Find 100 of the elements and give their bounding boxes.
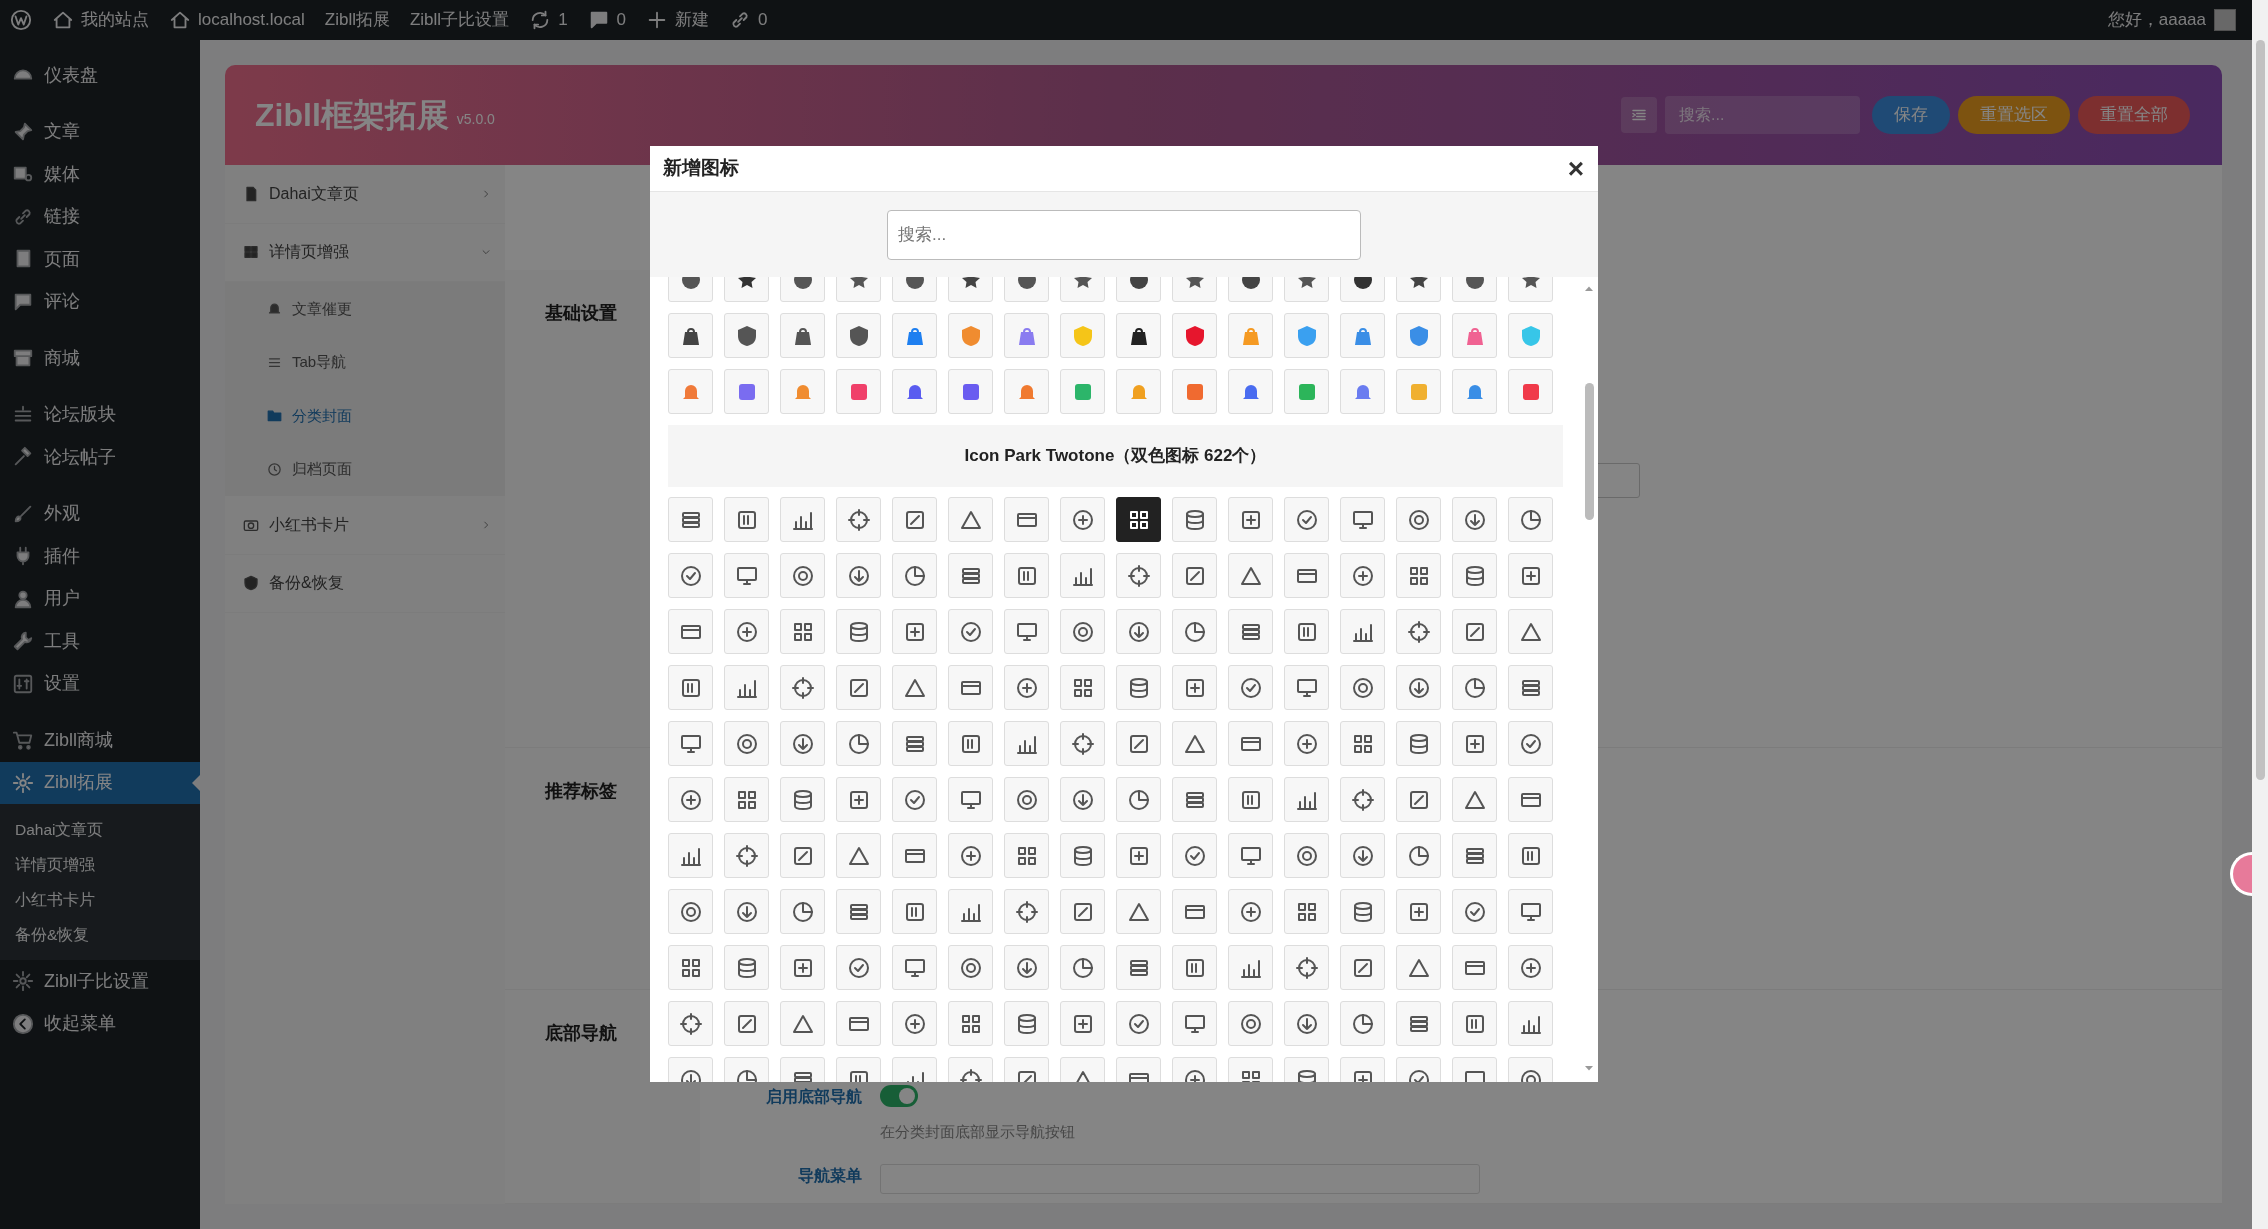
plus-circle-icon bbox=[734, 619, 759, 644]
toolbar-link[interactable]: Zibll子比设置 bbox=[399, 0, 520, 40]
help-text: 在分类封面底部显示导航按钮 bbox=[880, 1122, 1076, 1142]
pie-chart-icon bbox=[1070, 955, 1095, 980]
pie-chart-icon bbox=[846, 731, 871, 756]
set-title: Icon Park Twotone（双色图标 622个） bbox=[668, 425, 1563, 487]
toolbar-link[interactable]: 1 bbox=[519, 0, 578, 40]
pie-chart-icon bbox=[1350, 1011, 1375, 1036]
submenu-item[interactable]: 小红书卡片 bbox=[0, 882, 200, 917]
sidebar-item[interactable]: 外观 bbox=[0, 492, 200, 535]
sliders-icon bbox=[12, 672, 34, 695]
nav-subitem[interactable]: 归档页面 bbox=[225, 442, 505, 496]
ring-icon bbox=[1070, 619, 1095, 644]
sidebar-item[interactable]: 工具 bbox=[0, 620, 200, 663]
nav-subitem[interactable]: 文章催更 bbox=[225, 282, 505, 336]
ring-icon bbox=[790, 563, 815, 588]
plus-circle-icon bbox=[678, 787, 703, 812]
toolbar-link[interactable]: 0 bbox=[719, 0, 778, 40]
nav-subitem[interactable]: 分类封面 bbox=[225, 389, 505, 443]
toolbar-link[interactable]: 新建 bbox=[636, 0, 720, 40]
bell-icon bbox=[267, 301, 282, 317]
submenu-item[interactable]: 备份&恢复 bbox=[0, 917, 200, 952]
toolbar-link[interactable]: 我的站点 bbox=[42, 0, 159, 40]
field-label: 导航菜单 bbox=[797, 1165, 863, 1186]
shield-icon bbox=[243, 575, 259, 592]
sidebar-item[interactable]: 论坛版块 bbox=[0, 393, 200, 436]
scrollbar-thumb[interactable] bbox=[2255, 40, 2265, 780]
ring-icon bbox=[1406, 507, 1431, 532]
folder-icon bbox=[267, 408, 282, 424]
ring-icon bbox=[1350, 675, 1375, 700]
sidebar-item[interactable]: 用户 bbox=[0, 577, 200, 620]
check-circle-icon bbox=[846, 955, 871, 980]
gear-icon bbox=[12, 771, 34, 794]
grid-icon bbox=[243, 244, 259, 261]
sidebar-item[interactable]: 商城 bbox=[0, 337, 200, 380]
plus-circle-icon bbox=[1070, 507, 1095, 532]
sidebar-item[interactable]: 链接 bbox=[0, 195, 200, 238]
house-icon bbox=[52, 9, 74, 31]
target-icon bbox=[790, 675, 815, 700]
check-circle-icon bbox=[958, 619, 983, 644]
icon-option[interactable] bbox=[1116, 497, 1161, 542]
version-label: v5.0.0 bbox=[456, 109, 495, 129]
sidebar-item[interactable]: 插件 bbox=[0, 535, 200, 578]
sidebar-item[interactable]: 页面 bbox=[0, 238, 200, 281]
target-icon bbox=[1070, 731, 1095, 756]
pie-chart-icon bbox=[1182, 619, 1207, 644]
house-icon bbox=[169, 9, 191, 31]
ring-icon bbox=[1238, 1011, 1263, 1036]
ring-icon bbox=[1014, 787, 1039, 812]
check-circle-icon bbox=[1126, 1011, 1151, 1036]
collapse-icon bbox=[12, 1012, 34, 1035]
floating-button[interactable] bbox=[2230, 852, 2252, 896]
greeting-link[interactable]: 您好，aaaaa bbox=[2107, 0, 2206, 40]
pie-chart-icon bbox=[1462, 675, 1487, 700]
check-circle-icon bbox=[902, 787, 927, 812]
ring-icon bbox=[678, 899, 703, 924]
check-circle-icon bbox=[1518, 731, 1543, 756]
nav-subitem[interactable]: Tab导航 bbox=[225, 335, 505, 389]
field-label: 启用底部导航 bbox=[765, 1087, 863, 1107]
toolbar-link[interactable]: 0 bbox=[577, 0, 637, 40]
check-circle-icon bbox=[1182, 843, 1207, 868]
target-icon bbox=[678, 1011, 703, 1036]
gear-icon bbox=[12, 970, 34, 993]
sidebar-item[interactable]: 收起菜单 bbox=[0, 1002, 200, 1045]
logo-icon bbox=[10, 9, 32, 31]
nav-item[interactable]: Dahai文章页 bbox=[225, 165, 505, 224]
pie-chart-icon bbox=[1406, 843, 1431, 868]
scrollbar-thumb[interactable] bbox=[1584, 383, 1594, 520]
toggle-switch[interactable] bbox=[880, 1085, 918, 1107]
toolbar-link[interactable]: localhost.local bbox=[159, 0, 315, 40]
sidebar-item[interactable]: Zibll子比设置 bbox=[0, 960, 200, 1003]
submenu-item[interactable]: 详情页增强 bbox=[0, 847, 200, 882]
check-circle-icon bbox=[1238, 675, 1263, 700]
close-button[interactable]: × bbox=[1563, 154, 1588, 183]
dialog-title: 新增图标 bbox=[663, 156, 739, 181]
pie-chart-icon bbox=[1518, 507, 1543, 532]
sidebar-item[interactable]: Zibll商城 bbox=[0, 719, 200, 762]
sidebar-item[interactable]: Zibll拓展 bbox=[0, 761, 200, 804]
plus-circle-icon bbox=[958, 843, 983, 868]
sidebar-item[interactable]: 论坛帖子 bbox=[0, 436, 200, 479]
plus-circle-icon bbox=[1518, 955, 1543, 980]
header-button[interactable]: 重置全部 bbox=[2078, 96, 2190, 134]
plus-circle-icon bbox=[1350, 563, 1375, 588]
cart-icon bbox=[12, 729, 34, 752]
target-icon bbox=[846, 507, 871, 532]
submenu-item[interactable]: Dahai文章页 bbox=[0, 812, 200, 847]
file-icon bbox=[243, 185, 259, 202]
toolbar-link[interactable]: Zibll拓展 bbox=[314, 0, 400, 40]
header-button[interactable]: 保存 bbox=[1872, 96, 1950, 134]
sidebar-item[interactable]: 评论 bbox=[0, 280, 200, 323]
search-field[interactable]: 搜索... bbox=[887, 209, 1361, 260]
sidebar-item[interactable]: 媒体 bbox=[0, 153, 200, 196]
target-icon bbox=[1014, 899, 1039, 924]
target-icon bbox=[734, 843, 759, 868]
sidebar-item[interactable]: 设置 bbox=[0, 662, 200, 705]
sidebar-item[interactable]: 文章 bbox=[0, 110, 200, 153]
wrench-icon bbox=[12, 630, 34, 653]
ring-icon bbox=[734, 731, 759, 756]
target-icon bbox=[1294, 955, 1319, 980]
sidebar-item[interactable]: 仪表盘 bbox=[0, 54, 200, 97]
